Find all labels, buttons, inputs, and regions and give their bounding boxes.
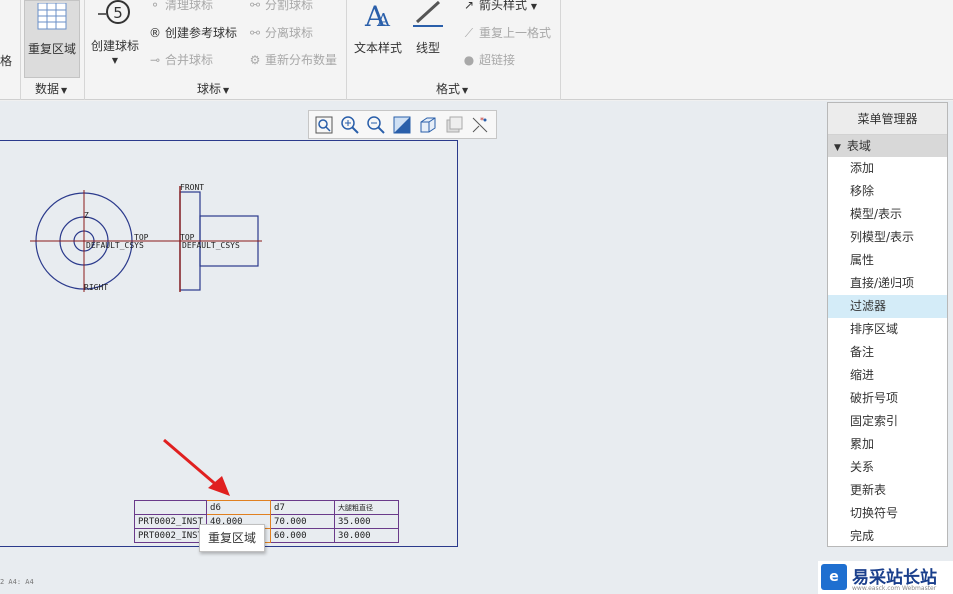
- menu-items: 添加 移除 模型/表示 列模型/表示 属性 直接/递归项 过滤器 排序区域 备注 缩进 破折号项 固定…: [828, 157, 947, 548]
- repeat-format-icon: ⟋: [464, 26, 474, 40]
- menu-item[interactable]: 固定索引: [828, 410, 947, 433]
- repeat-region-label: 重复区域: [27, 42, 76, 56]
- split-balloon-icon: ⚯: [249, 0, 261, 12]
- drawing-views: Z DEFAULT_CSYS RIGHT TOP FRONT TOP DEFAU…: [30, 183, 262, 292]
- menu-manager-title: 菜单管理器: [828, 103, 947, 135]
- line-style-label: 线型: [415, 41, 440, 55]
- table-cell: PRT0002_INST: [133, 528, 208, 543]
- redistribute-icon: ⚙: [249, 53, 261, 67]
- csys-label-1: DEFAULT_CSYS: [86, 241, 144, 250]
- data-group-label[interactable]: 数据 ▼: [35, 80, 67, 97]
- merge-balloon-icon: ⊸: [149, 53, 161, 67]
- svg-text:5: 5: [113, 4, 123, 22]
- table-row: PRT0002_INST 60.000 30.000: [133, 528, 400, 543]
- repeat-format-button[interactable]: ⟋ 重复上一格式: [462, 24, 551, 41]
- arrow-style-icon: ↗: [463, 0, 475, 12]
- ref-balloon-icon: ®: [149, 26, 161, 40]
- menu-item[interactable]: 直接/递归项: [828, 272, 947, 295]
- menu-manager: 菜单管理器 ▼ 表域 添加 移除 模型/表示 列模型/表示 属性 直接/递归项 过滤器 排序区域…: [827, 102, 948, 547]
- repeat-region-button[interactable]: 重复区域: [24, 0, 80, 78]
- csys-label-2: DEFAULT_CSYS: [182, 241, 240, 250]
- table-cell: d6: [206, 500, 272, 515]
- repaint-icon[interactable]: [391, 114, 413, 136]
- hyperlink-icon: ●: [463, 53, 475, 67]
- ribbon: 格 重复区域 数据 ▼ 5 创建球标 ▼ ⚬ 清理球标 ® 创建参考球标 ⊸ 合并球标 …: [0, 0, 953, 100]
- table-grid-icon: [37, 2, 67, 30]
- refit-icon[interactable]: [313, 114, 335, 136]
- menu-section-header[interactable]: ▼ 表域: [828, 135, 947, 157]
- menu-item[interactable]: 模型/表示: [828, 203, 947, 226]
- format-group-label[interactable]: 格式 ▼: [436, 80, 468, 97]
- right-label: RIGHT: [84, 283, 108, 292]
- menu-item[interactable]: 缩进: [828, 364, 947, 387]
- table-cell: 60.000: [270, 528, 336, 543]
- table-cell: 35.000: [334, 514, 400, 529]
- tooltip: 重复区域: [199, 524, 265, 552]
- separate-balloon-button[interactable]: ⚯ 分离球标: [248, 24, 313, 41]
- merge-balloon-button[interactable]: ⊸ 合并球标: [148, 51, 213, 68]
- balloon-group-label[interactable]: 球标 ▼: [197, 80, 229, 97]
- menu-item[interactable]: 关系: [828, 456, 947, 479]
- menu-item[interactable]: 排序区域: [828, 318, 947, 341]
- menu-item[interactable]: 累加: [828, 433, 947, 456]
- balloon-5-icon: 5: [98, 0, 130, 24]
- svg-text:A: A: [376, 10, 391, 31]
- svg-text:*: *: [480, 116, 484, 125]
- clear-balloon-icon: ⚬: [149, 0, 161, 12]
- menu-item[interactable]: 备注: [828, 341, 947, 364]
- create-balloon-button[interactable]: 5 创建球标 ▼: [88, 0, 142, 78]
- top-label-1: TOP: [134, 233, 149, 242]
- menu-item[interactable]: 切换符号: [828, 502, 947, 525]
- triangle-down-icon: ▼: [834, 143, 841, 153]
- watermark-subtext: www.easck.com Webmaster: [852, 585, 937, 592]
- front-label: FRONT: [180, 183, 204, 192]
- arrow-style-button[interactable]: ↗ 箭头样式 ▼: [462, 0, 537, 13]
- z-label: Z: [84, 211, 89, 220]
- datum-display-icon[interactable]: *: [469, 114, 491, 136]
- table-cut-label[interactable]: 格: [0, 52, 12, 69]
- view-toolbar: *: [308, 110, 497, 139]
- zoom-out-icon[interactable]: [365, 114, 387, 136]
- redistribute-button[interactable]: ⚙ 重新分布数量: [248, 51, 337, 68]
- saved-view-icon[interactable]: [443, 114, 465, 136]
- text-style-label: 文本样式: [353, 41, 402, 55]
- zoom-in-icon[interactable]: [339, 114, 361, 136]
- clear-balloon-button[interactable]: ⚬ 清理球标: [148, 0, 213, 13]
- table-cell: [133, 500, 208, 515]
- front-view[interactable]: [160, 186, 262, 292]
- table-row: PRT0002_INST 40.000 70.000 35.000: [133, 514, 400, 529]
- text-style-button[interactable]: A A 文本样式: [350, 0, 406, 78]
- menu-item[interactable]: 完成: [828, 525, 947, 548]
- create-ref-balloon-button[interactable]: ® 创建参考球标: [148, 24, 237, 41]
- menu-item[interactable]: 更新表: [828, 479, 947, 502]
- menu-item[interactable]: 添加: [828, 157, 947, 180]
- menu-item[interactable]: 移除: [828, 180, 947, 203]
- menu-item[interactable]: 破折号项: [828, 387, 947, 410]
- table-cell: 70.000: [270, 514, 336, 529]
- table-cell: 30.000: [334, 528, 400, 543]
- menu-item[interactable]: 过滤器: [828, 295, 947, 318]
- table-cell: d7: [270, 500, 336, 515]
- status-text: 2 A4: A4: [0, 578, 34, 586]
- split-balloon-button[interactable]: ⚯ 分割球标: [248, 0, 313, 13]
- chevron-down-icon: ▼: [111, 56, 119, 65]
- create-balloon-label: 创建球标: [90, 39, 139, 53]
- watermark-logo-icon: e: [821, 564, 847, 590]
- table-cell: PRT0002_INST: [133, 514, 208, 529]
- line-style-icon: [413, 0, 443, 27]
- hyperlink-button[interactable]: ● 超链接: [462, 51, 515, 68]
- menu-item[interactable]: 列模型/表示: [828, 226, 947, 249]
- separate-balloon-icon: ⚯: [249, 26, 261, 40]
- display-style-icon[interactable]: [417, 114, 439, 136]
- table-cell: 大腿粗直径: [334, 500, 400, 515]
- red-arrow-annotation: [163, 438, 230, 496]
- text-style-icon: A A: [364, 0, 391, 33]
- line-style-button[interactable]: 线型: [408, 0, 448, 78]
- repeat-region-table[interactable]: d6 d7 大腿粗直径 PRT0002_INST 40.000 70.000 3…: [133, 500, 400, 543]
- menu-item[interactable]: 属性: [828, 249, 947, 272]
- watermark: e 易采站长站 www.easck.com Webmaster: [818, 561, 953, 594]
- table-row: d6 d7 大腿粗直径: [133, 500, 400, 515]
